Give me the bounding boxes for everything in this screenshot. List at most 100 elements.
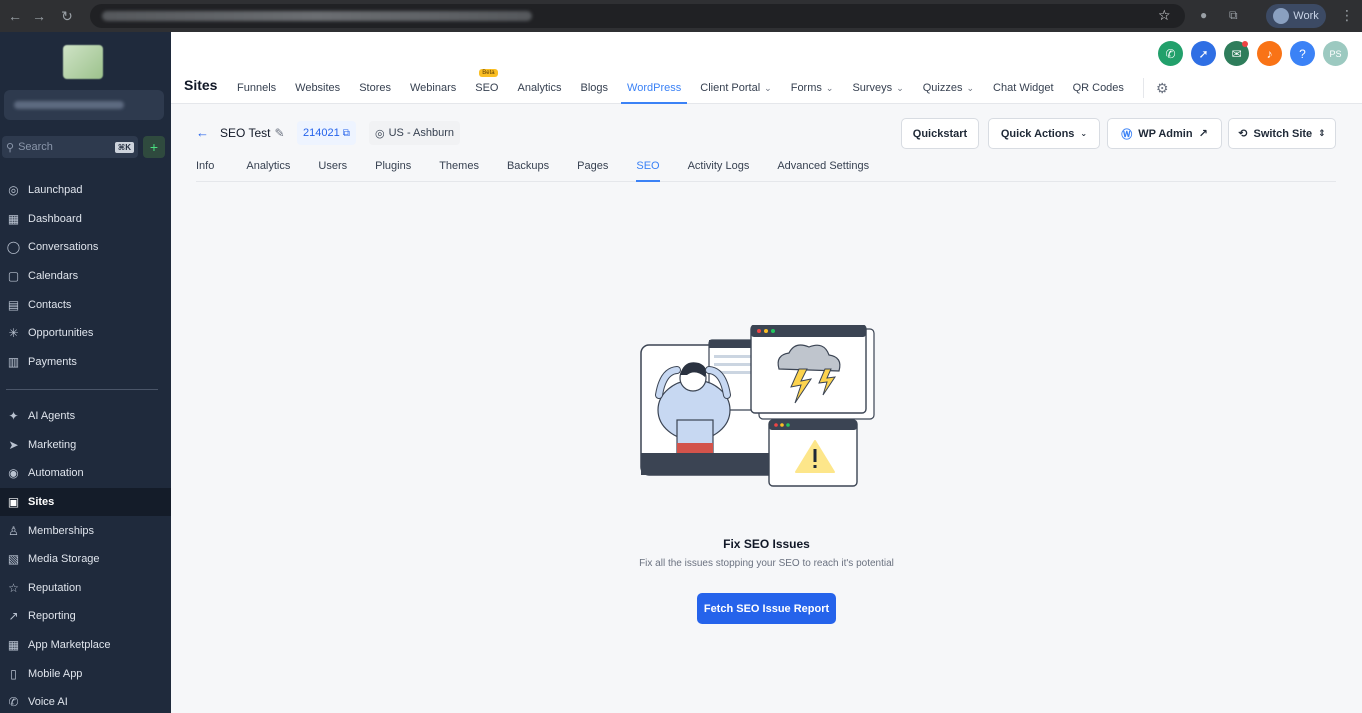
sidebar-item-automation[interactable]: ◉ Automation <box>0 459 171 488</box>
sidebar-item-label: Calendars <box>28 270 79 283</box>
sidebar-item-media-storage[interactable]: ▧ Media Storage <box>0 545 171 574</box>
back-icon[interactable]: ← <box>2 3 28 29</box>
external-link-icon: ↗ <box>1198 128 1208 140</box>
site-tab-backups[interactable]: Backups <box>507 150 549 182</box>
sidebar-item-opportunities[interactable]: ✳ Opportunities <box>0 319 171 348</box>
tab-label: Blogs <box>580 82 609 94</box>
apps-icon: ▦ <box>7 638 20 653</box>
extensions-puzzle-icon[interactable]: ⧉ <box>1229 8 1238 23</box>
switch-site-button[interactable]: ⟲ Switch Site ⇕ <box>1228 118 1336 149</box>
mobile-icon: ▯ <box>10 666 17 681</box>
site-id-badge[interactable]: 214021 ⧉ <box>297 121 356 145</box>
tab-wordpress[interactable]: WordPress <box>621 72 688 104</box>
sidebar-item-sites[interactable]: ▣ Sites <box>0 487 171 517</box>
selector-icon: ⇕ <box>1318 128 1326 138</box>
tab-surveys[interactable]: Surveys ⌄ <box>852 72 903 104</box>
site-tab-pages[interactable]: Pages <box>577 150 608 182</box>
launchpad-icon: ◎ <box>8 183 19 198</box>
fetch-seo-report-button[interactable]: Fetch SEO Issue Report <box>697 593 836 624</box>
beta-badge: Beta <box>479 69 498 77</box>
seo-issues-illustration <box>640 325 875 487</box>
profile-label: Work <box>1293 10 1319 22</box>
tab-webinars[interactable]: Webinars <box>410 72 456 104</box>
tab-label: Webinars <box>409 82 457 94</box>
tab-quizzes[interactable]: Quizzes ⌄ <box>923 72 974 104</box>
site-tab-themes[interactable]: Themes <box>439 150 479 182</box>
copy-icon[interactable]: ⧉ <box>343 128 350 139</box>
browser-menu-icon[interactable]: ⋮ <box>1340 7 1354 24</box>
tab-analytics[interactable]: Analytics <box>517 72 561 104</box>
sidebar-item-conversations[interactable]: ◯ Conversations <box>0 233 171 262</box>
site-tab-advanced-settings[interactable]: Advanced Settings <box>777 150 869 182</box>
phone-icon[interactable]: ✆ <box>1158 41 1183 66</box>
tab-seo[interactable]: SEO Beta <box>475 69 498 104</box>
quick-add-button[interactable]: + <box>143 136 165 158</box>
sidebar-search[interactable]: ⚲ Search ⌘K <box>2 136 138 158</box>
pencil-icon[interactable]: ✎ <box>274 126 284 140</box>
profile-avatar <box>1273 8 1290 24</box>
user-avatar[interactable]: PS <box>1323 41 1348 66</box>
tab-qr-codes[interactable]: QR Codes <box>1073 72 1124 104</box>
site-tab-analytics[interactable]: Analytics <box>246 150 290 182</box>
sidebar-item-app-marketplace[interactable]: ▦ App Marketplace <box>0 631 171 660</box>
site-tab-activity-logs[interactable]: Activity Logs <box>688 150 750 182</box>
quick-actions-label: Quick Actions <box>1000 127 1075 140</box>
tab-funnels[interactable]: Funnels <box>237 72 276 104</box>
sidebar-nav-primary: ◎ Launchpad ▦ Dashboard ◯ Conversations ▢ Calen… <box>0 176 171 376</box>
media-icon: ▧ <box>7 552 20 567</box>
sidebar-item-voice-ai[interactable]: ✆ Voice AI <box>0 688 171 713</box>
sidebar-item-memberships[interactable]: ♙ Memberships <box>0 516 171 545</box>
forward-icon[interactable]: → <box>26 3 52 29</box>
reporting-icon: ↗ <box>8 609 19 624</box>
site-name: SEO Test ✎ <box>220 126 285 140</box>
sidebar-item-calendars[interactable]: ▢ Calendars <box>0 262 171 291</box>
wordpress-icon: Ⓦ <box>1121 128 1133 141</box>
refresh-icon: ⟲ <box>1238 128 1248 140</box>
sidebar-item-mobile-app[interactable]: ▯ Mobile App <box>0 659 171 688</box>
address-bar[interactable] <box>90 4 1185 28</box>
gear-icon[interactable]: ⚙ <box>1156 80 1169 97</box>
sites-tab-bar: Funnels Websites Stores Webinars SEO Beta Anal… <box>237 69 1169 104</box>
sidebar-item-contacts[interactable]: ▤ Contacts <box>0 290 171 319</box>
megaphone-icon[interactable]: ✉ <box>1224 41 1249 66</box>
tab-chat-widget[interactable]: Chat Widget <box>993 72 1054 104</box>
sidebar-item-dashboard[interactable]: ▦ Dashboard <box>0 205 171 234</box>
site-tab-info[interactable]: Info <box>196 150 214 182</box>
bell-icon[interactable]: ♪ <box>1257 41 1282 66</box>
tab-blogs[interactable]: Blogs <box>581 72 609 104</box>
site-tab-seo[interactable]: SEO <box>636 150 660 182</box>
tab-forms[interactable]: Forms ⌄ <box>791 72 834 104</box>
site-tab-users[interactable]: Users <box>318 150 347 182</box>
account-switcher[interactable] <box>4 90 164 120</box>
quickstart-button[interactable]: Quickstart <box>901 118 979 149</box>
sidebar-item-label: Automation <box>28 467 84 480</box>
bookmark-star-icon[interactable]: ☆ <box>1158 7 1171 24</box>
site-name-text: SEO Test <box>220 126 271 140</box>
tab-label: Quizzes <box>922 82 963 94</box>
empty-state-subtitle: Fix all the issues stopping your SEO to … <box>639 558 894 569</box>
tab-stores[interactable]: Stores <box>359 72 391 104</box>
back-arrow-icon[interactable]: ← <box>196 125 209 140</box>
sidebar-item-launchpad[interactable]: ◎ Launchpad <box>0 176 171 205</box>
site-tab-plugins[interactable]: Plugins <box>375 150 411 182</box>
chevron-down-icon: ⌄ <box>825 82 834 93</box>
sidebar-item-label: Media Storage <box>28 553 100 566</box>
wp-admin-button[interactable]: Ⓦ WP Admin ↗ <box>1107 118 1222 149</box>
extension-icon[interactable]: ● <box>1200 8 1207 22</box>
rocket-icon[interactable]: ➚ <box>1191 41 1216 66</box>
sidebar-item-marketing[interactable]: ➤ Marketing <box>0 431 171 460</box>
sidebar-item-reporting[interactable]: ↗ Reporting <box>0 602 171 631</box>
quick-actions-button[interactable]: Quick Actions ⌄ <box>988 118 1100 149</box>
chevron-down-icon: ⌄ <box>764 82 772 93</box>
browser-profile-button[interactable]: Work <box>1266 4 1326 28</box>
chevron-down-icon: ⌄ <box>896 82 904 93</box>
tab-websites[interactable]: Websites <box>295 72 340 104</box>
tab-client-portal[interactable]: Client Portal ⌄ <box>700 72 771 104</box>
sidebar-item-ai-agents[interactable]: ✦ AI Agents <box>0 402 171 431</box>
sidebar-item-reputation[interactable]: ☆ Reputation <box>0 574 171 603</box>
company-logo <box>63 45 103 79</box>
contacts-icon: ▤ <box>7 297 20 312</box>
help-icon[interactable]: ? <box>1290 41 1315 66</box>
reload-icon[interactable]: ↻ <box>54 3 80 29</box>
sidebar-item-payments[interactable]: ▥ Payments <box>0 348 171 377</box>
